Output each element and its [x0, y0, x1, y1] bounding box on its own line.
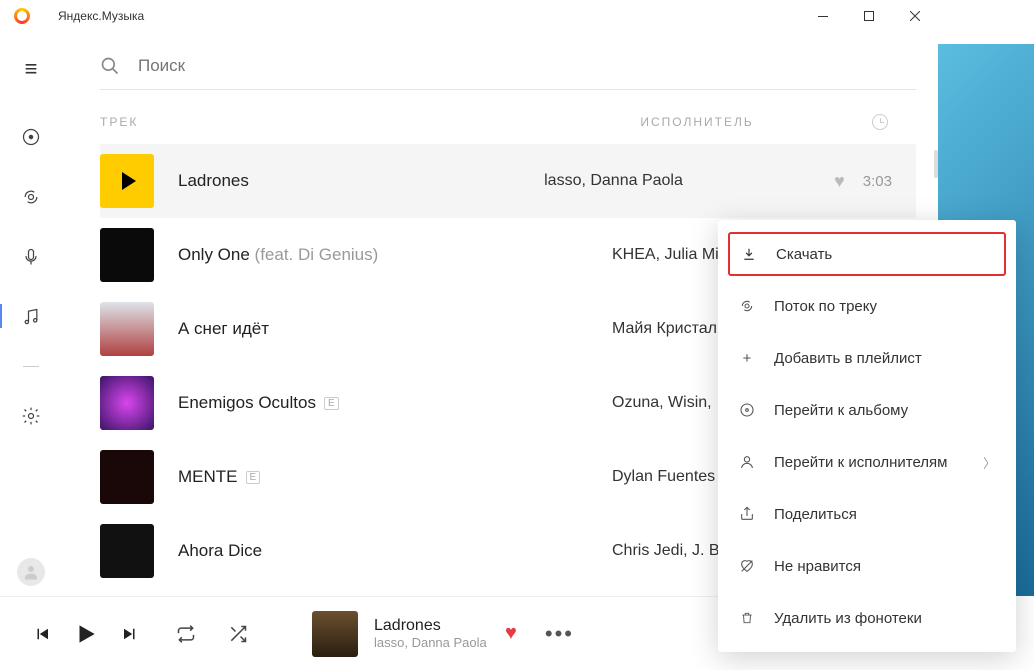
menu-share[interactable]: Поделиться — [718, 488, 1016, 540]
like-button[interactable]: ♥ — [505, 622, 517, 645]
context-menu: Скачать Поток по треку + Добавить в плей… — [718, 220, 1016, 652]
music-library-icon[interactable] — [20, 306, 42, 328]
user-avatar[interactable] — [17, 558, 45, 586]
track-name: Enemigos OcultosE — [178, 393, 339, 413]
column-artist: ИСПОЛНИТЕЛЬ — [640, 115, 753, 129]
track-cover[interactable] — [100, 376, 154, 430]
menu-add-playlist[interactable]: + Добавить в плейлист — [718, 332, 1016, 384]
track-cover[interactable] — [100, 524, 154, 578]
trash-icon — [738, 610, 756, 626]
mic-icon[interactable] — [20, 246, 42, 268]
close-button[interactable] — [892, 0, 938, 32]
clock-icon — [872, 114, 888, 130]
menu-stream[interactable]: Поток по треку — [718, 280, 1016, 332]
player-title[interactable]: Ladrones — [374, 617, 487, 635]
settings-icon[interactable] — [20, 405, 42, 427]
app-logo-icon — [14, 8, 30, 24]
next-button[interactable] — [112, 625, 148, 643]
like-icon[interactable]: ♥ — [834, 171, 845, 192]
menu-goto-artists[interactable]: Перейти к исполнителям 〉 — [718, 436, 1016, 488]
maximize-button[interactable] — [846, 0, 892, 32]
menu-remove[interactable]: Удалить из фонотеки — [718, 592, 1016, 644]
track-cover[interactable] — [100, 228, 154, 282]
explicit-badge: E — [324, 397, 339, 410]
prev-button[interactable] — [24, 625, 60, 643]
track-artist[interactable]: lasso, Danna Paola — [544, 172, 824, 190]
player-cover[interactable] — [312, 611, 358, 657]
app-title: Яндекс.Музыка — [58, 9, 144, 23]
search-icon — [100, 56, 120, 76]
more-button[interactable]: ••• — [545, 621, 574, 647]
radio-icon — [738, 298, 756, 314]
plus-icon: + — [738, 350, 756, 367]
track-row[interactable]: Ladrones lasso, Danna Paola ♥ 3:03 — [100, 144, 916, 218]
menu-download[interactable]: Скачать — [728, 232, 1006, 276]
play-button[interactable] — [68, 621, 104, 647]
minimize-button[interactable] — [800, 0, 846, 32]
radio-icon[interactable] — [20, 186, 42, 208]
explicit-badge: E — [246, 471, 261, 484]
repeat-button[interactable] — [168, 624, 204, 644]
note-dot-icon[interactable] — [20, 126, 42, 148]
track-name: Ahora Dice — [178, 541, 262, 561]
track-name: Ladrones — [178, 171, 249, 191]
track-cover[interactable] — [100, 154, 154, 208]
column-track: ТРЕК — [100, 115, 138, 129]
search-input[interactable] — [138, 56, 916, 76]
track-cover[interactable] — [100, 450, 154, 504]
shuffle-button[interactable] — [220, 624, 256, 644]
track-name: А снег идёт — [178, 319, 269, 339]
track-time: 3:03 — [863, 173, 892, 190]
download-icon — [740, 247, 758, 261]
person-icon — [738, 454, 756, 470]
menu-goto-album[interactable]: Перейти к альбому — [718, 384, 1016, 436]
sidebar: ≡ — [0, 32, 62, 596]
track-name: Only One (feat. Di Genius) — [178, 245, 378, 265]
disc-icon — [738, 402, 756, 418]
menu-dislike[interactable]: Не нравится — [718, 540, 1016, 592]
chevron-right-icon: 〉 — [983, 453, 996, 472]
menu-icon[interactable]: ≡ — [25, 56, 38, 82]
titlebar: Яндекс.Музыка — [0, 0, 938, 32]
heart-off-icon — [738, 558, 756, 574]
scrollbar[interactable] — [934, 150, 938, 178]
track-name: MENTEE — [178, 467, 260, 487]
share-icon — [738, 506, 756, 522]
player-artist[interactable]: lasso, Danna Paola — [374, 635, 487, 650]
sidebar-separator — [23, 366, 39, 367]
track-cover[interactable] — [100, 302, 154, 356]
